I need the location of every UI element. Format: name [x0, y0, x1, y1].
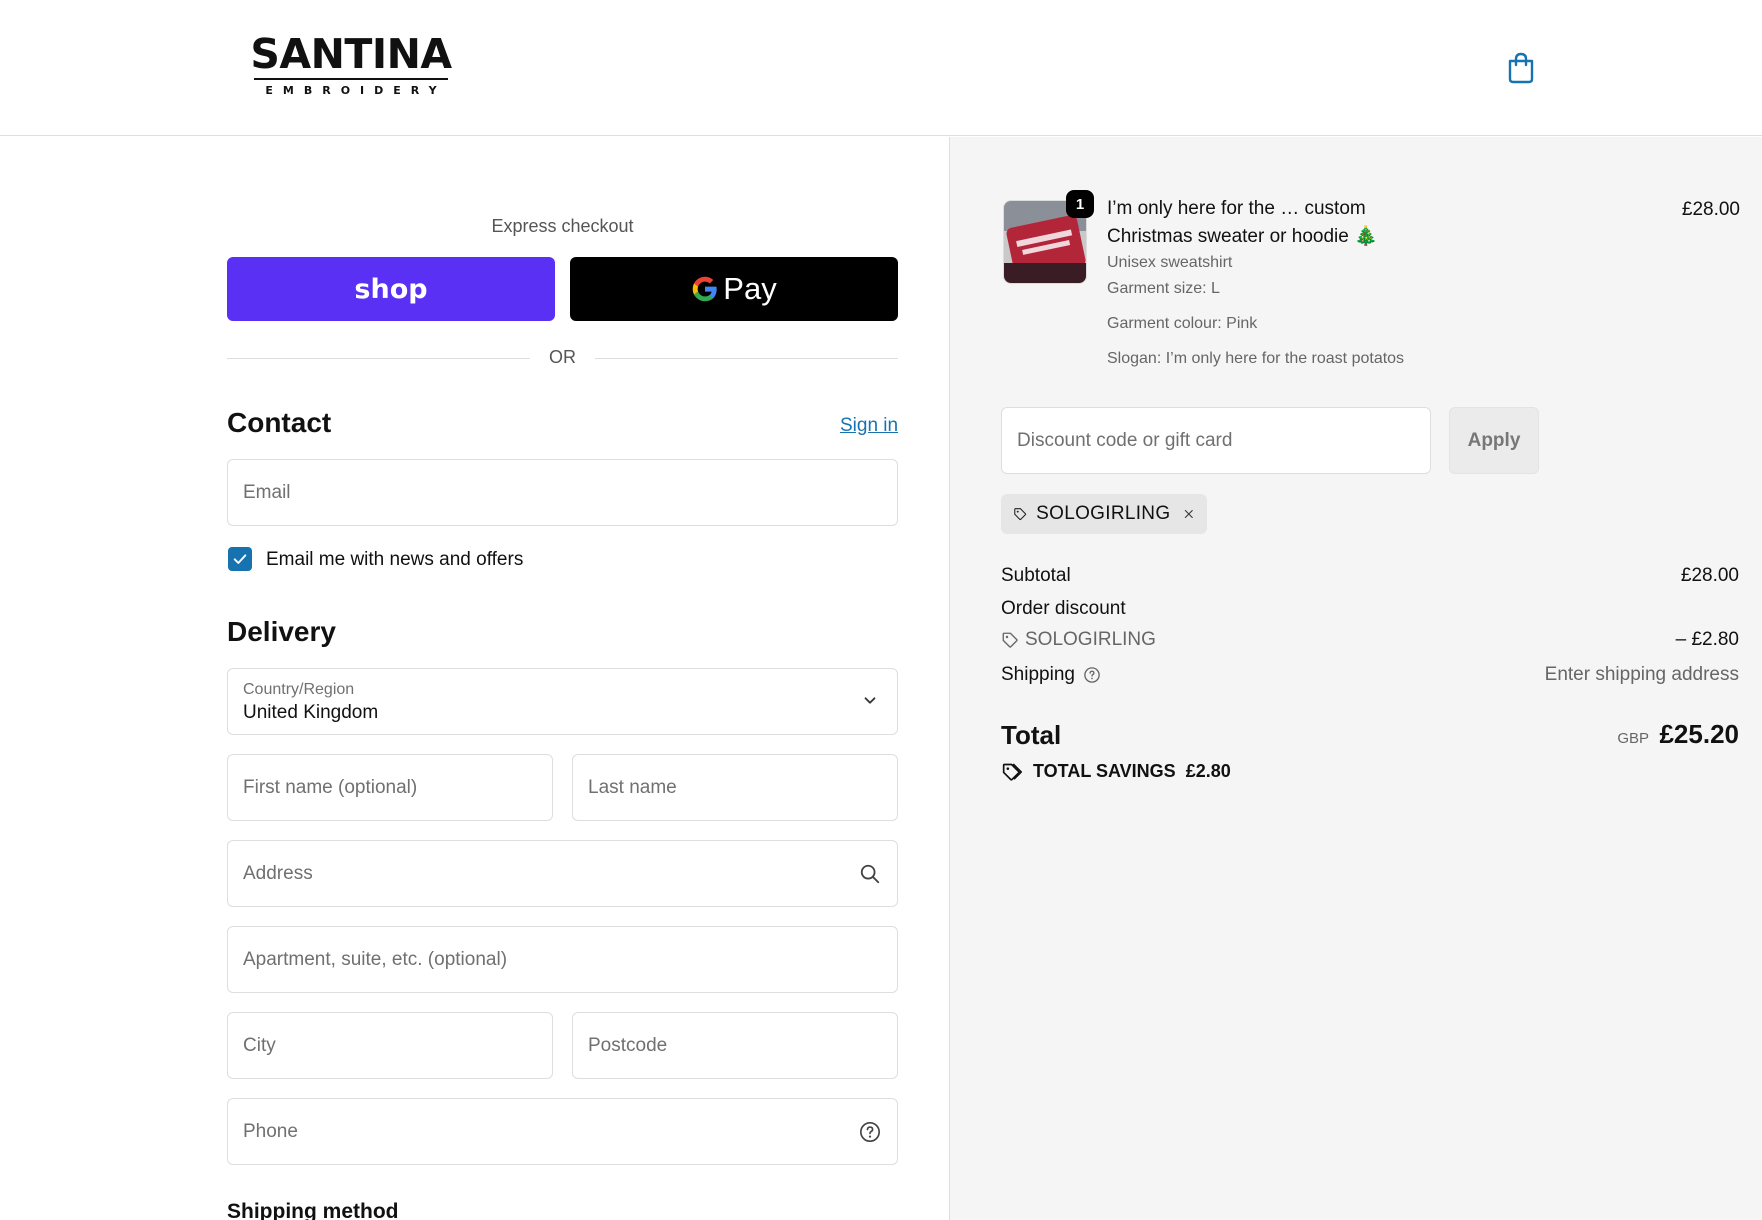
sign-in-link[interactable]: Sign in	[840, 415, 898, 437]
postcode-field[interactable]: Postcode	[572, 1012, 898, 1079]
shipping-label: Shipping	[1001, 664, 1075, 685]
shipping-value: Enter shipping address	[1544, 664, 1739, 685]
discount-value: – £2.80	[1675, 629, 1739, 650]
chevron-down-icon	[864, 697, 876, 704]
product-slogan: Slogan: I’m only here for the roast pota…	[1107, 350, 1405, 367]
city-field[interactable]: City	[227, 1012, 553, 1079]
shop-pay-button[interactable]: shop	[227, 257, 555, 321]
last-name-placeholder: Last name	[588, 777, 677, 798]
country-label: Country/Region	[243, 681, 355, 698]
newsletter-checkbox[interactable]	[228, 547, 252, 571]
shipping-row: Shipping	[1001, 664, 1101, 686]
product-price: £28.00	[1681, 199, 1740, 220]
divider-line-right	[595, 358, 898, 359]
country-select[interactable]: Country/Region United Kingdom	[227, 668, 898, 735]
total-value: £25.20	[1659, 719, 1739, 749]
apartment-field[interactable]: Apartment, suite, etc. (optional)	[227, 926, 898, 993]
header: SANTINA EMBROIDERY	[0, 0, 1762, 136]
help-circle-icon[interactable]	[859, 1121, 881, 1143]
brand-logo[interactable]: SANTINA EMBROIDERY	[250, 30, 452, 98]
email-placeholder: Email	[243, 482, 291, 503]
newsletter-label: Email me with news and offers	[266, 549, 524, 570]
subtotal-value: £28.00	[1680, 565, 1739, 586]
brand-name: SANTINA	[250, 30, 452, 78]
apply-label: Apply	[1467, 429, 1521, 451]
first-name-placeholder: First name (optional)	[243, 777, 418, 798]
tags-icon	[1002, 763, 1022, 781]
shipping-method-title: Shipping method	[227, 1200, 399, 1220]
total-amount: GBP £25.20	[1350, 719, 1739, 750]
tag-icon	[1014, 508, 1027, 521]
phone-field[interactable]: Phone	[227, 1098, 898, 1165]
delivery-title: Delivery	[227, 616, 336, 647]
address-placeholder: Address	[243, 863, 313, 884]
logo-divider	[254, 78, 448, 80]
checkout-form: Express checkout shop Pay OR Contact Sig…	[0, 137, 949, 1220]
phone-placeholder: Phone	[243, 1121, 298, 1142]
email-field[interactable]: Email	[227, 459, 898, 526]
total-currency: GBP	[1617, 730, 1650, 747]
order-discount-label: Order discount	[1001, 598, 1126, 619]
help-circle-icon[interactable]	[1083, 666, 1101, 684]
applied-discount-chip: SOLOGIRLING	[1001, 494, 1207, 534]
discount-placeholder: Discount code or gift card	[1017, 430, 1233, 451]
google-pay-label: Pay	[723, 271, 777, 306]
product-size: Garment size: L	[1107, 280, 1220, 297]
product-colour: Garment colour: Pink	[1107, 315, 1258, 332]
search-icon	[860, 864, 880, 884]
discount-code-row: SOLOGIRLING	[1001, 629, 1156, 651]
last-name-field[interactable]: Last name	[572, 754, 898, 821]
product-variant: Unisex sweatshirt	[1107, 254, 1233, 271]
close-icon[interactable]	[1183, 505, 1195, 523]
total-savings: TOTAL SAVINGS £2.80	[1001, 761, 1231, 782]
total-label: Total	[1001, 720, 1062, 750]
applied-discount-code: SOLOGIRLING	[1036, 503, 1171, 524]
savings-value: £2.80	[1185, 761, 1231, 781]
apartment-placeholder: Apartment, suite, etc. (optional)	[243, 949, 508, 970]
first-name-field[interactable]: First name (optional)	[227, 754, 553, 821]
brand-tagline: EMBROIDERY	[265, 84, 447, 97]
apply-discount-button[interactable]: Apply	[1449, 407, 1539, 474]
checkmark-icon	[233, 554, 247, 564]
discount-code-label: SOLOGIRLING	[1025, 629, 1156, 650]
or-divider: OR	[227, 347, 898, 371]
google-pay-button[interactable]: Pay	[570, 257, 898, 321]
postcode-placeholder: Postcode	[588, 1035, 668, 1056]
tag-icon	[1002, 632, 1018, 648]
subtotal-label: Subtotal	[1001, 565, 1071, 586]
shop-pay-label: shop	[354, 273, 428, 305]
city-placeholder: City	[243, 1035, 276, 1056]
order-summary: 1 I’m only here for the … custom Christm…	[949, 137, 1762, 1220]
address-field[interactable]: Address	[227, 840, 898, 907]
discount-code-input[interactable]: Discount code or gift card	[1001, 407, 1431, 474]
contact-title: Contact	[227, 407, 332, 438]
shopping-bag-icon[interactable]	[1506, 52, 1536, 84]
product-name: I’m only here for the … custom Christmas…	[1107, 198, 1378, 247]
express-checkout-label: Express checkout	[491, 216, 634, 236]
country-value: United Kingdom	[243, 702, 379, 723]
quantity-badge: 1	[1066, 190, 1094, 218]
savings-label: TOTAL SAVINGS	[1033, 761, 1176, 781]
google-g-icon	[693, 276, 717, 302]
